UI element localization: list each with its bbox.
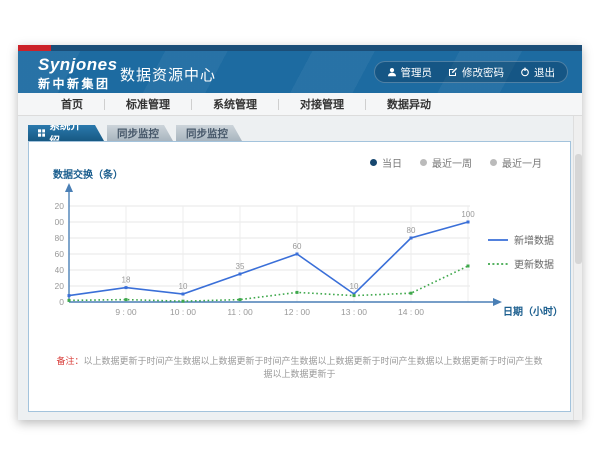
user-icon — [387, 67, 397, 77]
footnote: 备注：以上数据更新于时间产生数据以上数据更新于时间产生数据以上数据更新于时间产生… — [29, 354, 570, 380]
nav-item-standards[interactable]: 标准管理 — [105, 96, 191, 112]
svg-text:12 : 00: 12 : 00 — [284, 307, 310, 317]
nav-item-data-changes[interactable]: 数据异动 — [366, 96, 452, 112]
nav-item-home[interactable]: 首页 — [40, 96, 104, 112]
svg-text:日期（小时）: 日期（小时） — [503, 305, 563, 318]
svg-text:10: 10 — [179, 282, 188, 291]
power-icon — [520, 67, 530, 77]
svg-text:35: 35 — [236, 262, 245, 271]
radio-last-month-label: 最近一月 — [502, 155, 542, 170]
legend-update-data-label: 更新数据 — [514, 256, 554, 271]
svg-text:60: 60 — [293, 242, 302, 251]
svg-text:9 : 00: 9 : 00 — [115, 307, 137, 317]
logo-company-text: 新中新集团 — [38, 75, 118, 92]
svg-text:14 : 00: 14 : 00 — [398, 307, 424, 317]
legend-update-data[interactable]: 更新数据 — [488, 256, 554, 271]
radio-today-label: 当日 — [382, 155, 402, 170]
chart-legend: 新增数据 更新数据 — [488, 232, 554, 271]
footnote-prefix: 备注： — [56, 356, 83, 366]
user-menu-change-password[interactable]: 修改密码 — [448, 65, 504, 80]
tab-system-intro[interactable]: 系统介绍 — [28, 125, 104, 141]
radio-last-week-label: 最近一周 — [432, 155, 472, 170]
app-window: Synjones 新中新集团 数据资源中心 管理员 修改 — [18, 45, 582, 420]
svg-text:80: 80 — [55, 233, 64, 243]
tab-bar: 系统介绍 同步监控 同步监控 — [28, 125, 242, 141]
page: Synjones 新中新集团 数据资源中心 管理员 修改 — [0, 0, 600, 450]
radio-dot — [420, 159, 427, 166]
footnote-text: 以上数据更新于时间产生数据以上数据更新于时间产生数据以上数据更新于时间产生数据以… — [84, 356, 543, 379]
radio-dot — [490, 159, 497, 166]
user-menu-logout-label: 退出 — [534, 65, 555, 80]
logo[interactable]: Synjones 新中新集团 — [38, 55, 118, 92]
main-nav: 首页 标准管理 系统管理 对接管理 数据异动 — [18, 93, 582, 116]
svg-text:13 : 00: 13 : 00 — [341, 307, 367, 317]
user-menu-change-password-label: 修改密码 — [462, 65, 504, 80]
radio-dot — [370, 159, 377, 166]
solid-line-icon — [488, 238, 508, 242]
nav-item-system[interactable]: 系统管理 — [192, 96, 278, 112]
svg-text:100: 100 — [461, 210, 475, 219]
tab-sync-monitor-2[interactable]: 同步监控 — [176, 125, 242, 141]
svg-text:80: 80 — [407, 226, 416, 235]
nav-item-integration[interactable]: 对接管理 — [279, 96, 365, 112]
user-menu-admin-label: 管理员 — [401, 65, 433, 80]
radio-today[interactable]: 当日 — [370, 155, 402, 170]
svg-text:10 : 00: 10 : 00 — [170, 307, 196, 317]
tab-sync-monitor-1[interactable]: 同步监控 — [107, 125, 173, 141]
legend-new-data-label: 新增数据 — [514, 232, 554, 247]
grid-icon — [38, 129, 45, 137]
header: Synjones 新中新集团 数据资源中心 管理员 修改 — [18, 51, 582, 93]
svg-text:11 : 00: 11 : 00 — [227, 307, 253, 317]
scrollbar[interactable] — [573, 116, 582, 420]
radio-last-month[interactable]: 最近一月 — [490, 155, 542, 170]
svg-text:18: 18 — [122, 276, 131, 285]
svg-text:10: 10 — [350, 282, 359, 291]
tab-sync-monitor-1-label: 同步监控 — [117, 126, 159, 141]
edit-icon — [448, 67, 458, 77]
page-title: 数据资源中心 — [120, 64, 216, 85]
svg-text:120: 120 — [55, 201, 64, 211]
svg-text:40: 40 — [55, 265, 64, 275]
tab-sync-monitor-2-label: 同步监控 — [186, 126, 228, 141]
chart-card: 当日 最近一周 最近一月 数据交换（条） 0204060801001209 : … — [28, 141, 571, 412]
svg-text:60: 60 — [55, 249, 64, 259]
user-menu-admin[interactable]: 管理员 — [387, 65, 433, 80]
svg-text:100: 100 — [55, 217, 64, 227]
logo-brand-text: Synjones — [38, 55, 118, 75]
scrollbar-thumb[interactable] — [575, 154, 582, 264]
user-menu-logout[interactable]: 退出 — [520, 65, 555, 80]
user-menu: 管理员 修改密码 退出 — [374, 61, 569, 83]
legend-new-data[interactable]: 新增数据 — [488, 232, 554, 247]
radio-last-week[interactable]: 最近一周 — [420, 155, 472, 170]
svg-text:0: 0 — [59, 297, 64, 307]
svg-text:20: 20 — [55, 281, 64, 291]
time-range-filter: 当日 最近一周 最近一月 — [370, 155, 542, 170]
dotted-line-icon — [488, 262, 508, 266]
